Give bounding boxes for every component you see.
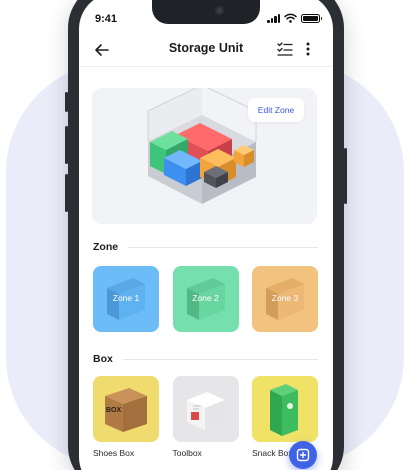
zone-card-1[interactable]: Zone 1 (93, 266, 159, 332)
box-name: Toolbox (172, 448, 202, 458)
white-box-icon (186, 392, 225, 430)
snack-box-image (252, 376, 318, 442)
divider (122, 358, 318, 360)
box-section-title: Box (93, 353, 113, 365)
notch (152, 0, 260, 24)
zone-list: Zone 1 Zone 2 Zone 3 (93, 266, 318, 332)
battery-icon (301, 13, 322, 23)
signal-icon (267, 13, 280, 23)
status-icons (267, 13, 322, 23)
zone-label: Zone 1 (112, 293, 140, 303)
toolbox-image (172, 376, 239, 442)
box-card-shoes[interactable]: BOX Shoes Box (93, 376, 159, 458)
page-title: Storage Unit (168, 41, 244, 55)
zone-label: Zone 3 (271, 293, 299, 303)
zone-section-header: Zone (93, 241, 318, 253)
storage-3d-map: Edit Zone (92, 88, 317, 224)
phone-volume-up (65, 126, 68, 164)
wifi-icon (284, 13, 297, 23)
zone-card-2[interactable]: Zone 2 (172, 266, 239, 332)
box-section-header: Box (93, 353, 318, 365)
add-box-icon (296, 448, 310, 462)
phone-power-button (344, 148, 347, 204)
green-box-icon (270, 384, 298, 436)
zone-label: Zone 2 (192, 293, 219, 303)
app-preview: 9:41 Storage Unit Edit Zone Zone Zone 1 … (0, 0, 410, 470)
box-list: BOX Shoes Box Toolbox Snack Box (93, 376, 318, 458)
zone-card-3[interactable]: Zone 3 (252, 266, 318, 332)
box-name: Shoes Box (93, 448, 135, 458)
box-print-text: BOX (106, 407, 122, 414)
checklist-icon[interactable] (276, 40, 294, 58)
box-card-toolbox[interactable]: Toolbox (172, 376, 239, 458)
phone-volume-down (65, 174, 68, 212)
status-time: 9:41 (95, 13, 118, 25)
zone-section-title: Zone (93, 241, 119, 253)
edit-zone-button[interactable]: Edit Zone (248, 98, 304, 122)
camera-icon (215, 6, 224, 15)
phone-screen: 9:41 Storage Unit Edit Zone Zone Zone 1 … (79, 0, 333, 470)
divider (128, 246, 318, 248)
more-vertical-icon[interactable] (301, 40, 315, 58)
phone-mute-switch (65, 92, 68, 112)
app-bar: Storage Unit (79, 35, 333, 67)
add-box-button[interactable] (289, 441, 317, 469)
shoes-box-image: BOX (93, 376, 159, 442)
cardboard-box-icon: BOX (105, 388, 147, 432)
